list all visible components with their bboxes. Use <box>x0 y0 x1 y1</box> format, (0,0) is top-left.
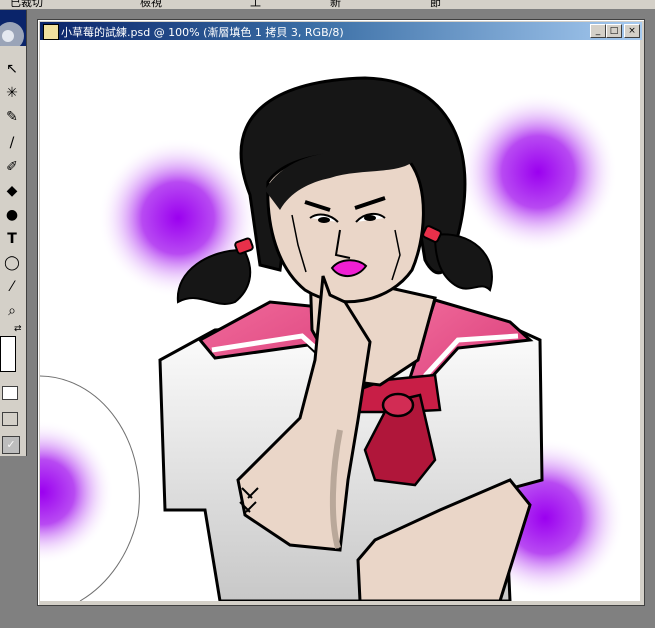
standard-mode-icon[interactable] <box>2 386 18 400</box>
type-tool-icon[interactable]: T <box>1 228 23 250</box>
options-bar-item[interactable]: 已裁切 <box>10 0 43 9</box>
psd-file-icon <box>43 24 59 40</box>
heal-tool-icon[interactable]: ✎ <box>1 106 23 128</box>
document-title: 小草莓的試練.psd @ 100% (漸層填色 1 拷貝 3, RGB/8) <box>61 26 344 39</box>
background-color-swatch[interactable] <box>0 336 16 372</box>
toolbox-header <box>0 10 26 50</box>
maximize-button[interactable]: □ <box>606 24 622 38</box>
eyedropper-tool-icon[interactable]: ⁄ <box>1 276 23 298</box>
swap-colors-icon[interactable]: ⇄ <box>14 324 24 334</box>
cartoon-schoolgirl-illustration <box>40 76 625 601</box>
jump-to-imageready-icon[interactable]: ✓ <box>2 436 20 454</box>
screen-mode-icon[interactable] <box>2 412 18 426</box>
zoom-tool-icon[interactable]: ⌕ <box>1 300 23 322</box>
brush-tool-icon[interactable]: / <box>1 132 23 154</box>
move-tool-icon[interactable]: ↖ <box>1 58 23 80</box>
image-canvas[interactable] <box>40 40 640 601</box>
options-bar-item[interactable]: 檢視 <box>140 0 162 9</box>
toolbox: ↖ ✳ ✎ / ✐ ◆ ● T ◯ ⁄ ⌕ ⇄ ✓ <box>0 10 27 456</box>
minimize-button[interactable]: _ <box>590 24 606 38</box>
history-brush-tool-icon[interactable]: ✐ <box>1 156 23 178</box>
options-bar: 已裁切 檢視 工 新 節 <box>0 0 655 10</box>
ellipse-tool-icon[interactable]: ◯ <box>1 252 23 274</box>
dodge-tool-icon[interactable]: ● <box>1 204 23 226</box>
paint-bucket-tool-icon[interactable]: ◆ <box>1 180 23 202</box>
eye-logo-icon <box>0 22 24 50</box>
options-bar-item[interactable]: 工 <box>250 0 261 9</box>
document-titlebar[interactable]: 小草莓的試練.psd @ 100% (漸層填色 1 拷貝 3, RGB/8) _… <box>40 22 642 40</box>
close-button[interactable]: × <box>624 24 640 38</box>
document-window: 小草莓的試練.psd @ 100% (漸層填色 1 拷貝 3, RGB/8) _… <box>37 19 645 606</box>
magic-wand-tool-icon[interactable]: ✳ <box>1 82 23 104</box>
options-bar-item[interactable]: 節 <box>430 0 441 9</box>
options-bar-item[interactable]: 新 <box>330 0 341 9</box>
